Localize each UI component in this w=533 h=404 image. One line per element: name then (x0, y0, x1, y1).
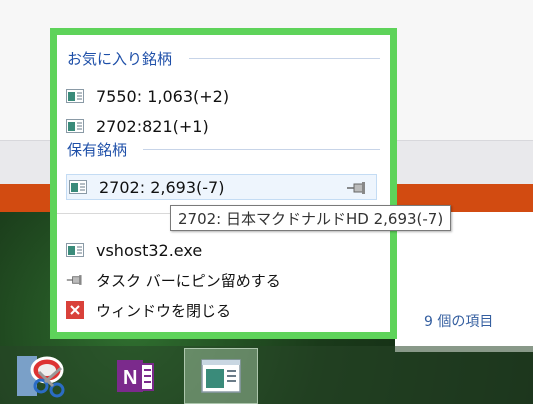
holding-item-2702[interactable]: 2702: 2,693(-7) (66, 174, 377, 200)
task-item-pin-to-taskbar[interactable]: タスク バーにピン留めする (66, 267, 281, 293)
window-app-icon (69, 180, 87, 194)
task-item-label: vshost32.exe (96, 240, 203, 260)
favorite-item-2702[interactable]: 2702:821(+1) (66, 113, 209, 139)
favorites-header-label: お気に入り銘柄 (67, 50, 173, 68)
holdings-header: 保有銘柄 (67, 139, 380, 160)
favorite-item-label: 7550: 1,063(+2) (96, 86, 230, 106)
item-count-status: 9 個の項目 (424, 314, 494, 330)
header-rule (143, 149, 380, 150)
taskbar-button-snipping-tool[interactable] (12, 348, 86, 404)
favorite-item-label: 2702:821(+1) (96, 116, 209, 136)
scissors-icon (30, 356, 65, 398)
window-app-icon (66, 119, 84, 133)
jump-list-panel: お気に入り銘柄 7550: 1,063(+2) 2702:821(+1) 保有銘… (57, 35, 390, 332)
window-app-icon (66, 89, 84, 103)
onenote-icon: N (117, 360, 154, 392)
pushpin-icon (66, 275, 82, 285)
hover-tooltip: 2702: 日本マクドナルドHD 2,693(-7) (170, 205, 452, 231)
favorites-header: お気に入り銘柄 (67, 48, 380, 69)
taskbar-button-stock-app[interactable] (184, 348, 258, 404)
favorite-item-7550[interactable]: 7550: 1,063(+2) (66, 83, 229, 109)
explorer-content-pane (395, 212, 533, 352)
holding-item-label: 2702: 2,693(-7) (99, 177, 225, 197)
taskbar-button-onenote[interactable]: N (98, 348, 172, 404)
jump-list: お気に入り銘柄 7550: 1,063(+2) 2702:821(+1) 保有銘… (50, 28, 397, 339)
window-app-icon (66, 243, 84, 257)
task-item-close-window[interactable]: ウィンドウを閉じる (66, 297, 231, 323)
close-x-icon (66, 301, 84, 319)
task-item-label: タスク バーにピン留めする (96, 271, 281, 290)
task-item-label: ウィンドウを閉じる (96, 301, 232, 320)
svg-text:N: N (123, 367, 137, 389)
window-app-icon (201, 359, 241, 393)
pushpin-icon[interactable] (346, 181, 368, 195)
holdings-header-label: 保有銘柄 (67, 141, 128, 159)
task-item-vshost32[interactable]: vshost32.exe (66, 237, 202, 263)
header-rule (189, 58, 380, 59)
